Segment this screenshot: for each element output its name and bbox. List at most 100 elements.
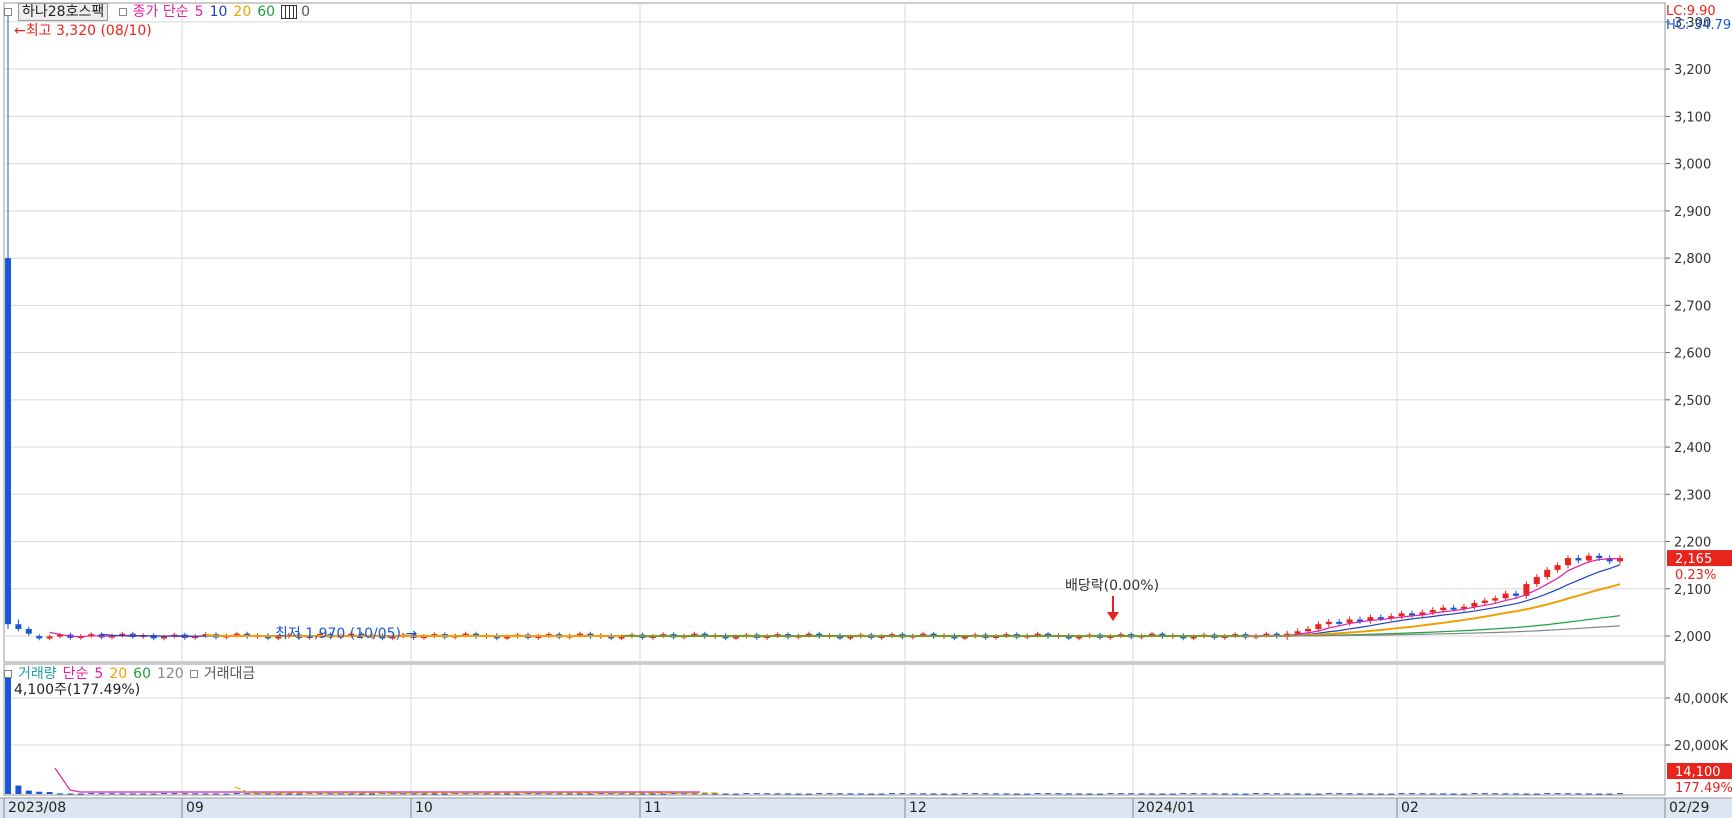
x-axis-bar [0, 798, 1732, 818]
volume-bar [1533, 793, 1540, 795]
volume-bar [233, 793, 240, 795]
candle-body [1492, 598, 1499, 601]
amount-handle-icon[interactable] [189, 670, 198, 678]
panel-handle-icon[interactable] [4, 8, 12, 16]
volume-bar [1117, 793, 1124, 795]
volume-bar [1471, 793, 1478, 795]
volume-bar [129, 793, 136, 795]
volume-bar [140, 793, 147, 795]
candle-body [25, 628, 32, 634]
volume-panel [3, 663, 1666, 796]
volume-bar [1409, 793, 1415, 795]
volume-bar [722, 793, 729, 795]
candle-body [1440, 607, 1447, 611]
y-tick-label: 2,200 [1674, 536, 1711, 551]
volume-bar [857, 793, 864, 795]
volume-current-value: 14,100 [1675, 765, 1721, 780]
volume-bar [1159, 793, 1166, 795]
y-tick-label: 2,100 [1674, 583, 1711, 598]
volume-bar [982, 793, 989, 795]
volume-bar [1377, 793, 1384, 795]
candle-body [1325, 621, 1332, 625]
x-tick-label: 2023/08 [8, 800, 66, 816]
low-annotation: 최저 1,970 (10/05) → [275, 626, 418, 642]
volume-bar [1502, 793, 1509, 795]
volume-bar [1169, 793, 1176, 795]
candle-body [1513, 593, 1519, 596]
volume-bar [1180, 793, 1187, 795]
volume-bar [171, 793, 178, 795]
volume-bar [1242, 793, 1249, 795]
stock-chart[interactable]: 2023/08 09 10 11 12 2024/01 02 02/293,3003,2003… [0, 0, 1732, 818]
volume-bar [1596, 793, 1603, 795]
volume-bar [1138, 793, 1145, 795]
volume-bar [1575, 793, 1582, 795]
volume-info: 4,100주(177.49%) [14, 682, 141, 698]
volume-bar [1305, 793, 1311, 795]
volume-bar [109, 793, 115, 795]
volume-bar [119, 793, 126, 795]
candle-body [1398, 613, 1405, 617]
candle-body [1481, 600, 1488, 603]
ma20-label: 20 [233, 4, 252, 20]
volume-bar [1097, 793, 1103, 795]
volume-bar [1128, 793, 1135, 795]
volume-bar [161, 793, 167, 795]
volume-bar [285, 793, 292, 795]
volume-bar [150, 793, 157, 795]
volume-bar [67, 793, 74, 795]
volume-bar [1523, 793, 1530, 795]
volume-bar [1034, 793, 1041, 795]
volume-bar [1419, 793, 1426, 795]
volume-bar [1273, 793, 1280, 795]
current-price-value: 2,165 [1675, 552, 1712, 567]
y-tick-label: 2,400 [1674, 441, 1711, 456]
calendar-icon[interactable] [281, 5, 298, 19]
volume-current-change: 177.49% [1675, 781, 1732, 796]
volume-bar [1481, 793, 1488, 795]
volume-bar [77, 793, 84, 795]
candle-body [1294, 631, 1301, 634]
x-tick-label: 10 [415, 800, 433, 816]
stock-name[interactable]: 하나28호스팩 [18, 3, 109, 21]
volume-bar [441, 793, 448, 795]
volume-handle-icon[interactable] [4, 670, 12, 678]
candle-body [1429, 610, 1436, 613]
volume-bar [192, 793, 199, 795]
volume-bar [1367, 793, 1374, 795]
volume-bar [764, 793, 771, 795]
volume-bar [1253, 793, 1259, 795]
y-tick-label: 2,500 [1674, 394, 1711, 409]
volume-bar [1315, 793, 1322, 795]
ma-extra-label: 0 [301, 4, 310, 20]
volume-bar [743, 793, 750, 795]
volume-bar [753, 793, 760, 795]
candle-body [1305, 628, 1311, 632]
volume-bar [1357, 793, 1363, 795]
ma10-label: 10 [209, 4, 228, 20]
volume-bar [1346, 793, 1353, 795]
candle-body [1565, 558, 1571, 566]
volume-bar [1325, 793, 1332, 795]
volume-bar [202, 793, 209, 795]
volume-bar [181, 793, 188, 795]
volume-bar [941, 793, 947, 795]
volume-bar [847, 793, 854, 795]
x-tick-label: 2024/01 [1137, 800, 1195, 816]
volume-bar [1429, 793, 1436, 795]
volume-bar [1055, 793, 1062, 795]
volume-bar [296, 793, 303, 795]
volume-bar [1013, 793, 1020, 795]
ma-handle-icon[interactable] [118, 8, 127, 16]
volume-bar [1450, 793, 1457, 795]
y-tick-label: 2,800 [1674, 252, 1711, 267]
volume-bar [951, 793, 958, 795]
volume-bar [98, 793, 105, 795]
candle-body [36, 636, 43, 639]
amount-label: 거래대금 [203, 666, 256, 682]
volume-bar [36, 791, 43, 794]
high-annotation: ←최고 3,320 (08/10) [14, 23, 152, 39]
x-tick-label: 02 [1401, 800, 1419, 816]
price-legend: 하나28호스팩 종가 단순 5 10 20 60 0 [4, 3, 316, 21]
candle-body [1554, 565, 1561, 570]
